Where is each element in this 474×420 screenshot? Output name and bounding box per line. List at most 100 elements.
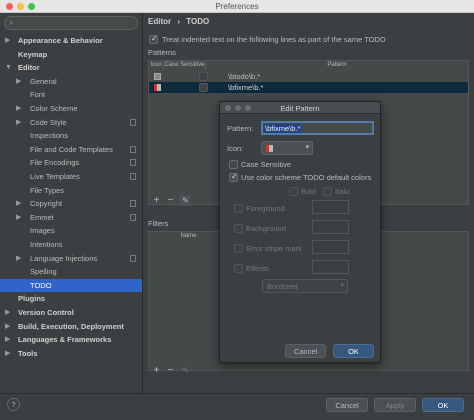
column-icon[interactable]: Icon <box>149 61 164 70</box>
expand-arrow-icon[interactable]: ▶ <box>5 34 10 47</box>
sidebar-item-label: Font <box>30 90 46 100</box>
sidebar-item-build-execution-deployment[interactable]: ▶ Build, Execution, Deployment <box>0 320 142 333</box>
error-stripe-checkbox[interactable] <box>234 244 243 253</box>
search-icon: ⌕ <box>9 17 15 27</box>
column-name[interactable]: Name <box>149 232 229 241</box>
sidebar-item-copyright[interactable]: ▶ Copyright <box>0 197 142 210</box>
sidebar-item-label: Plugins <box>18 294 46 304</box>
add-pattern-button[interactable]: + <box>151 195 162 206</box>
table-row[interactable]: \bfixme\b.* <box>149 82 468 93</box>
sidebar-item-label: Keymap <box>18 49 48 59</box>
breadcrumb-editor[interactable]: Editor <box>148 17 171 26</box>
sidebar-item-plugins[interactable]: Plugins <box>0 292 142 305</box>
sidebar-item-spelling[interactable]: Spelling <box>0 265 142 278</box>
patterns-label: Patterns <box>148 48 176 57</box>
apply-button[interactable]: Apply <box>374 398 416 412</box>
icon-select[interactable]: ▾ <box>261 141 313 155</box>
edit-pattern-button[interactable]: ✎ <box>180 195 191 206</box>
sidebar-item-language-injections[interactable]: ▶ Language Injections <box>0 252 142 265</box>
effects-color-swatch[interactable] <box>312 260 349 274</box>
sidebar-item-languages-frameworks[interactable]: ▶ Languages & Frameworks <box>0 333 142 346</box>
bold-checkbox[interactable] <box>289 187 298 196</box>
sidebar-item-label: Live Templates <box>30 172 80 181</box>
error-stripe-color-swatch[interactable] <box>312 240 349 254</box>
sidebar-item-tools[interactable]: ▶ Tools <box>0 347 142 360</box>
expand-arrow-icon[interactable]: ▶ <box>5 347 10 360</box>
expand-arrow-icon[interactable]: ▶ <box>5 333 10 346</box>
cancel-button[interactable]: Cancel <box>326 398 368 412</box>
edit-filter-button[interactable]: ✎ <box>180 365 191 376</box>
case-sensitive-checkbox[interactable] <box>199 83 208 92</box>
dialog-ok-button[interactable]: OK <box>333 344 374 358</box>
ok-button[interactable]: OK <box>422 398 464 412</box>
expand-arrow-icon[interactable]: ▶ <box>5 320 10 333</box>
sidebar-item-label: Emmet <box>30 212 54 222</box>
column-pattern[interactable]: Pattern <box>206 61 468 70</box>
sidebar-item-label: Inspections <box>30 131 68 141</box>
project-settings-icon <box>130 254 136 262</box>
sidebar-item-version-control[interactable]: ▶ Version Control <box>0 306 142 319</box>
sidebar-item-file-encodings[interactable]: File Encodings <box>0 156 142 169</box>
sidebar-item-label: Intentions <box>30 240 63 249</box>
sidebar-item-file-types[interactable]: File Types <box>0 184 142 197</box>
expand-arrow-icon[interactable]: ▶ <box>16 252 21 265</box>
sidebar-item-live-templates[interactable]: Live Templates <box>0 170 142 183</box>
sidebar-item-font[interactable]: Font <box>0 88 142 101</box>
project-settings-icon <box>130 200 136 208</box>
case-sensitive-checkbox[interactable] <box>199 72 208 81</box>
table-row[interactable]: \btodo\b.* <box>149 71 468 82</box>
use-color-scheme-checkbox[interactable] <box>229 172 238 182</box>
expand-arrow-icon[interactable]: ▶ <box>16 75 21 88</box>
expand-arrow-icon[interactable]: ▶ <box>16 102 21 115</box>
background-color-swatch[interactable] <box>312 220 349 234</box>
sidebar-item-color-scheme[interactable]: ▶ Color Scheme <box>0 102 142 115</box>
italic-label: Italic <box>335 187 351 196</box>
dialog-cancel-button[interactable]: Cancel <box>285 344 326 358</box>
italic-checkbox[interactable] <box>323 187 332 196</box>
error-stripe-label: Error stripe mark <box>246 244 302 253</box>
sidebar-item-intentions[interactable]: Intentions <box>0 238 142 251</box>
pattern-input[interactable]: \bfixme\b.* <box>261 121 374 135</box>
remove-pattern-button[interactable]: − <box>165 195 176 206</box>
sidebar-item-editor[interactable]: ▼ Editor <box>0 61 142 74</box>
background-checkbox[interactable] <box>234 224 243 233</box>
sidebar-item-emmet[interactable]: ▶ Emmet <box>0 211 142 224</box>
window-titlebar: Preferences <box>0 0 474 13</box>
column-case-sensitive[interactable]: Case Sensitive <box>164 61 206 70</box>
sidebar-item-inspections[interactable]: Inspections <box>0 129 142 142</box>
window-title: Preferences <box>215 2 259 11</box>
expand-arrow-icon[interactable]: ▶ <box>5 306 10 319</box>
sidebar-item-appearance-behavior[interactable]: ▶ Appearance & Behavior <box>0 34 142 47</box>
pattern-input-value: \bfixme\b.* <box>264 124 302 133</box>
effect-type-select[interactable]: Bordered ▾ <box>262 279 348 293</box>
sidebar-item-code-style[interactable]: ▶ Code Style <box>0 116 142 129</box>
breadcrumb-todo: TODO <box>186 17 210 26</box>
sidebar-item-keymap[interactable]: Keymap <box>0 48 142 61</box>
pattern-cell: \bfixme\b.* <box>228 83 264 92</box>
sidebar-item-file-and-code-templates[interactable]: File and Code Templates <box>0 143 142 156</box>
pencil-icon: ✎ <box>182 366 189 375</box>
foreground-color-swatch[interactable] <box>312 200 349 214</box>
case-sensitive-label: Case Sensitive <box>241 160 292 169</box>
project-settings-icon <box>130 145 136 153</box>
effects-checkbox[interactable] <box>234 264 243 273</box>
sidebar-item-images[interactable]: Images <box>0 224 142 237</box>
help-button[interactable]: ? <box>7 398 20 411</box>
sidebar-item-label: Languages & Frameworks <box>18 335 112 345</box>
chevron-down-icon: ▾ <box>305 144 309 151</box>
expand-arrow-icon[interactable]: ▶ <box>16 197 21 210</box>
fixme-row-icon <box>154 84 161 91</box>
sidebar-item-todo[interactable]: TODO <box>0 278 142 292</box>
add-filter-button[interactable]: + <box>151 365 162 376</box>
case-sensitive-checkbox[interactable] <box>229 160 238 169</box>
sidebar-item-general[interactable]: ▶ General <box>0 75 142 88</box>
pattern-label: Pattern: <box>227 124 254 133</box>
foreground-label: Foreground <box>246 204 285 213</box>
treat-indented-checkbox[interactable] <box>149 34 158 44</box>
remove-filter-button[interactable]: − <box>165 365 176 376</box>
expand-arrow-icon[interactable]: ▶ <box>16 211 21 224</box>
collapse-arrow-icon[interactable]: ▼ <box>5 61 12 74</box>
settings-search-input[interactable]: ⌕ <box>4 16 138 30</box>
expand-arrow-icon[interactable]: ▶ <box>16 116 21 129</box>
foreground-checkbox[interactable] <box>234 204 243 213</box>
